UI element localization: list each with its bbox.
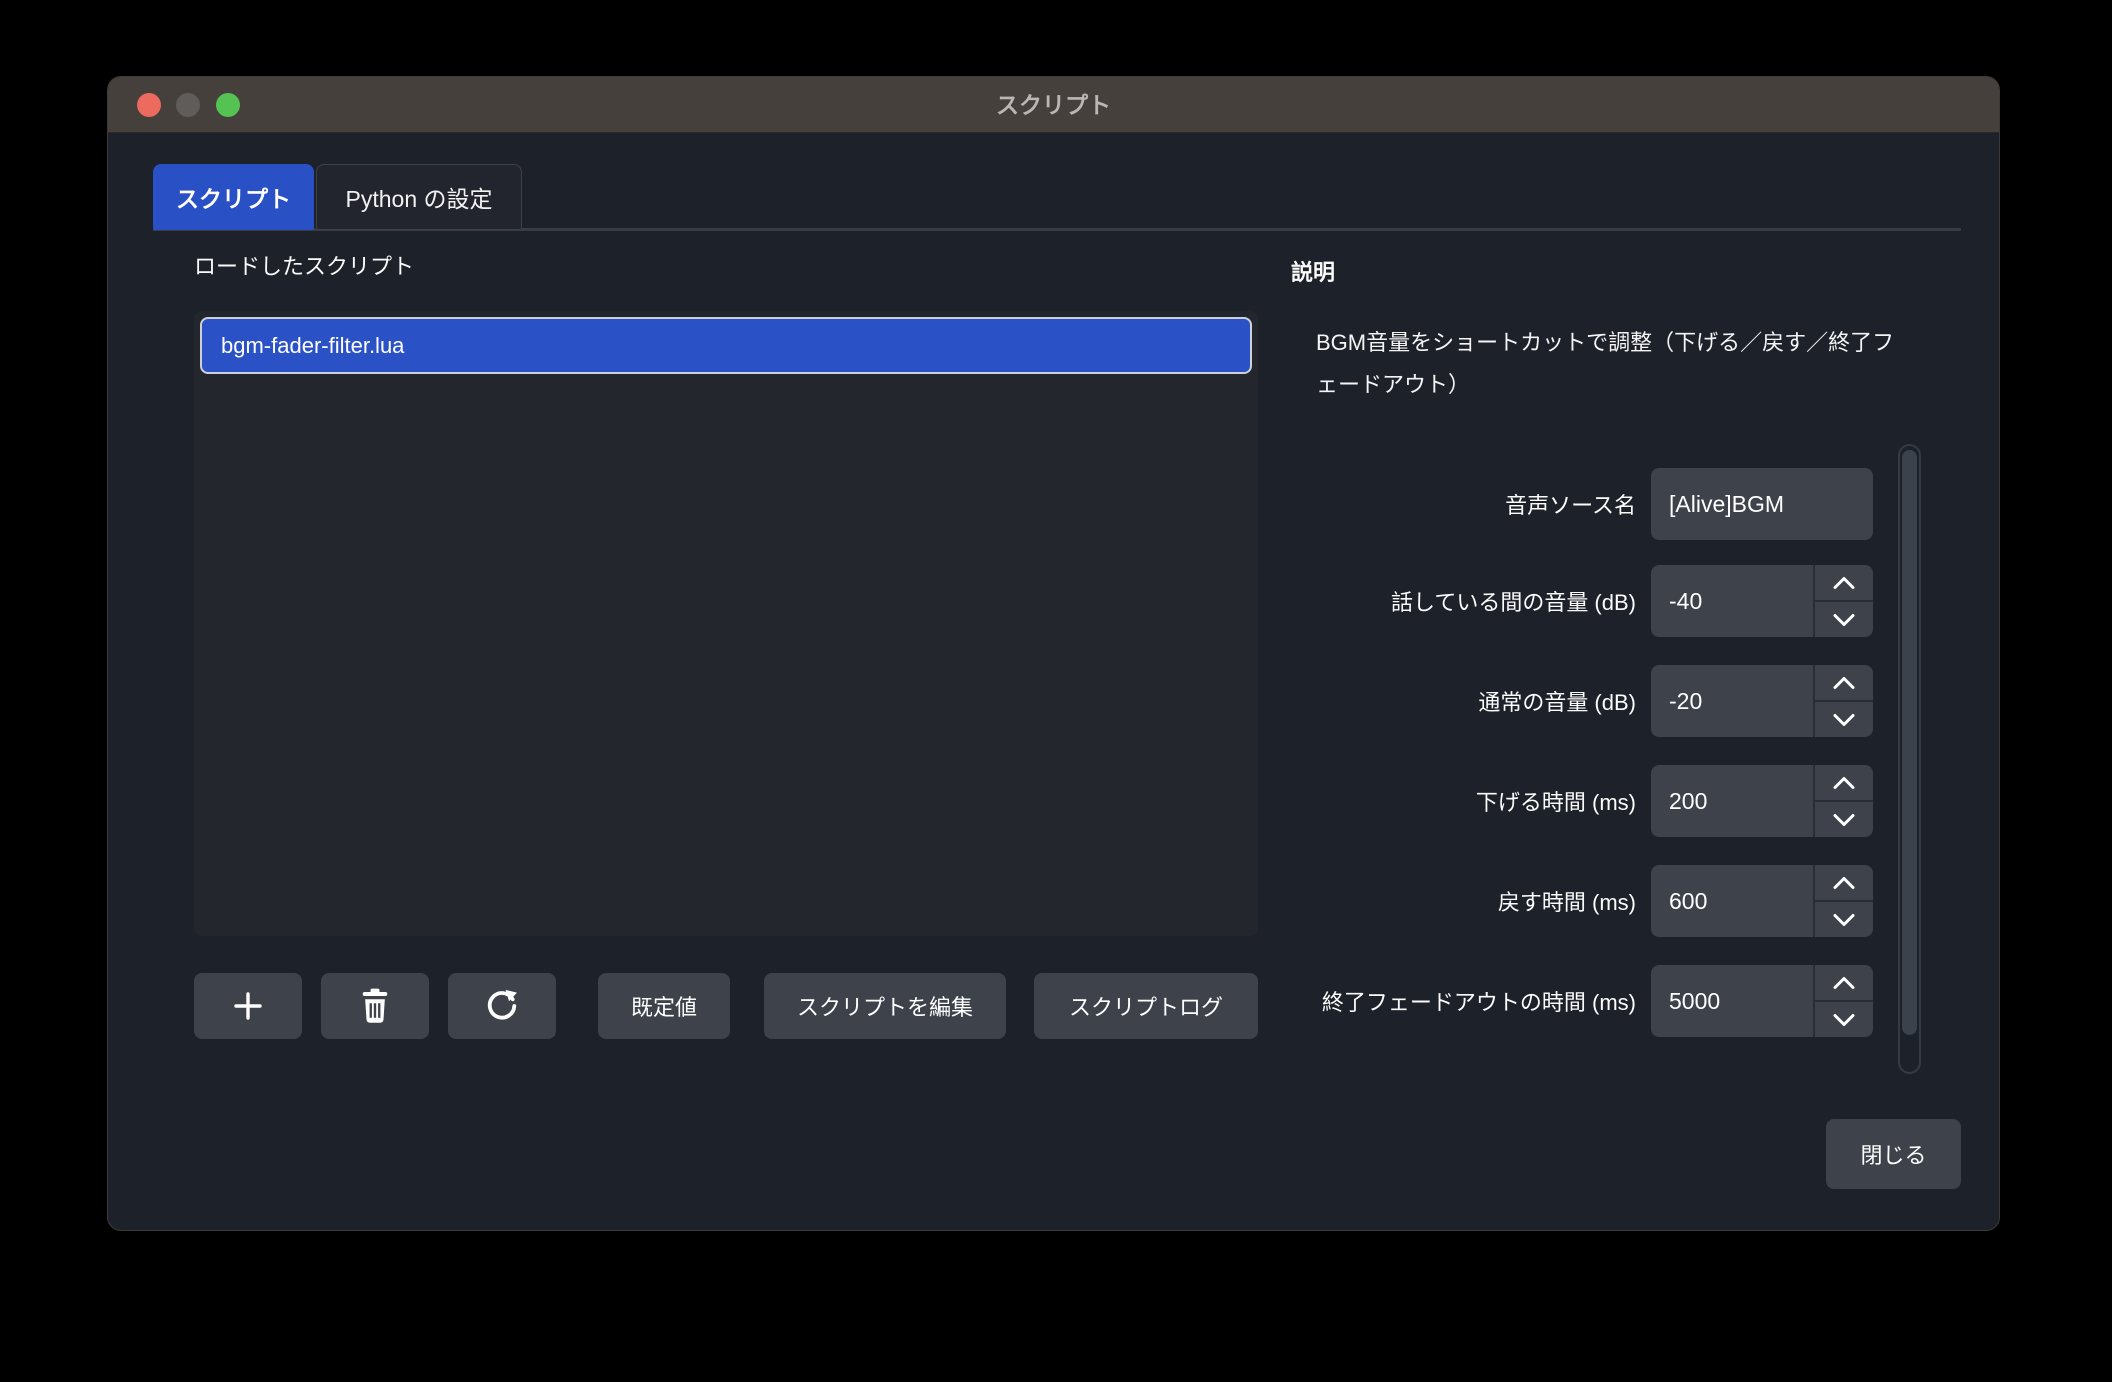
chevron-down-icon <box>1832 1013 1856 1027</box>
speaking-volume-spinbox <box>1651 565 1873 637</box>
speaking-volume-label: 話している間の音量 (dB) <box>1116 565 1636 637</box>
spin-down-button[interactable] <box>1815 902 1873 937</box>
audio-source-row: 音声ソース名 <box>108 468 2000 540</box>
audio-source-field <box>1651 468 1873 540</box>
outro-fade-time-row: 終了フェードアウトの時間 (ms) <box>108 965 2000 1037</box>
chevron-down-icon <box>1832 913 1856 927</box>
settings-scrollbar-thumb[interactable] <box>1902 450 1917 1035</box>
spin-up-button[interactable] <box>1815 765 1873 802</box>
chevron-up-icon <box>1832 576 1856 590</box>
loaded-scripts-label: ロードしたスクリプト <box>194 249 414 281</box>
titlebar[interactable]: スクリプト <box>108 77 1999 133</box>
tab-python-settings[interactable]: Python の設定 <box>316 164 522 230</box>
audio-source-label: 音声ソース名 <box>1116 468 1636 540</box>
restore-time-label: 戻す時間 (ms) <box>1116 865 1636 937</box>
spin-buttons <box>1813 865 1873 937</box>
chevron-up-icon <box>1832 776 1856 790</box>
normal-volume-label: 通常の音量 (dB) <box>1116 665 1636 737</box>
speaking-volume-input[interactable] <box>1651 565 1813 637</box>
duck-time-label: 下げる時間 (ms) <box>1116 765 1636 837</box>
spin-down-button[interactable] <box>1815 602 1873 637</box>
outro-fade-time-spinbox <box>1651 965 1873 1037</box>
spin-buttons <box>1813 965 1873 1037</box>
chevron-down-icon <box>1832 613 1856 627</box>
close-button[interactable]: 閉じる <box>1826 1119 1961 1189</box>
restore-time-spinbox <box>1651 865 1873 937</box>
script-list-item[interactable]: bgm-fader-filter.lua <box>200 317 1252 374</box>
spin-down-button[interactable] <box>1815 802 1873 837</box>
close-button-label: 閉じる <box>1860 1138 1926 1170</box>
chevron-up-icon <box>1832 876 1856 890</box>
window-title: スクリプト <box>108 77 1999 133</box>
spin-buttons <box>1813 665 1873 737</box>
restore-time-row: 戻す時間 (ms) <box>108 865 2000 937</box>
description-text: BGM音量をショートカットで調整（下げる／戻す／終了フェードアウト） <box>1316 322 1901 406</box>
spin-down-button[interactable] <box>1815 1002 1873 1037</box>
restore-time-input[interactable] <box>1651 865 1813 937</box>
audio-source-input[interactable] <box>1651 468 1873 540</box>
normal-volume-row: 通常の音量 (dB) <box>108 665 2000 737</box>
duck-time-spinbox <box>1651 765 1873 837</box>
tab-python-settings-label: Python の設定 <box>346 180 493 214</box>
chevron-up-icon <box>1832 676 1856 690</box>
spin-up-button[interactable] <box>1815 565 1873 602</box>
chevron-up-icon <box>1832 976 1856 990</box>
settings-scrollbar-track[interactable] <box>1898 444 1921 1074</box>
speaking-volume-row: 話している間の音量 (dB) <box>108 565 2000 637</box>
outro-fade-time-label: 終了フェードアウトの時間 (ms) <box>1116 965 1636 1037</box>
outro-fade-time-input[interactable] <box>1651 965 1813 1037</box>
normal-volume-spinbox <box>1651 665 1873 737</box>
spin-down-button[interactable] <box>1815 702 1873 737</box>
chevron-down-icon <box>1832 713 1856 727</box>
duck-time-input[interactable] <box>1651 765 1813 837</box>
normal-volume-input[interactable] <box>1651 665 1813 737</box>
script-name: bgm-fader-filter.lua <box>221 333 404 359</box>
duck-time-row: 下げる時間 (ms) <box>108 765 2000 837</box>
spin-buttons <box>1813 565 1873 637</box>
description-label: 説明 <box>1291 255 1335 287</box>
spin-buttons <box>1813 765 1873 837</box>
spin-up-button[interactable] <box>1815 865 1873 902</box>
spin-up-button[interactable] <box>1815 965 1873 1002</box>
chevron-down-icon <box>1832 813 1856 827</box>
tab-scripts[interactable]: スクリプト <box>153 164 314 230</box>
tab-scripts-label: スクリプト <box>176 180 291 214</box>
spin-up-button[interactable] <box>1815 665 1873 702</box>
scripts-dialog-window: スクリプト スクリプト Python の設定 ロードしたスクリプト bgm-fa… <box>107 76 2000 1231</box>
